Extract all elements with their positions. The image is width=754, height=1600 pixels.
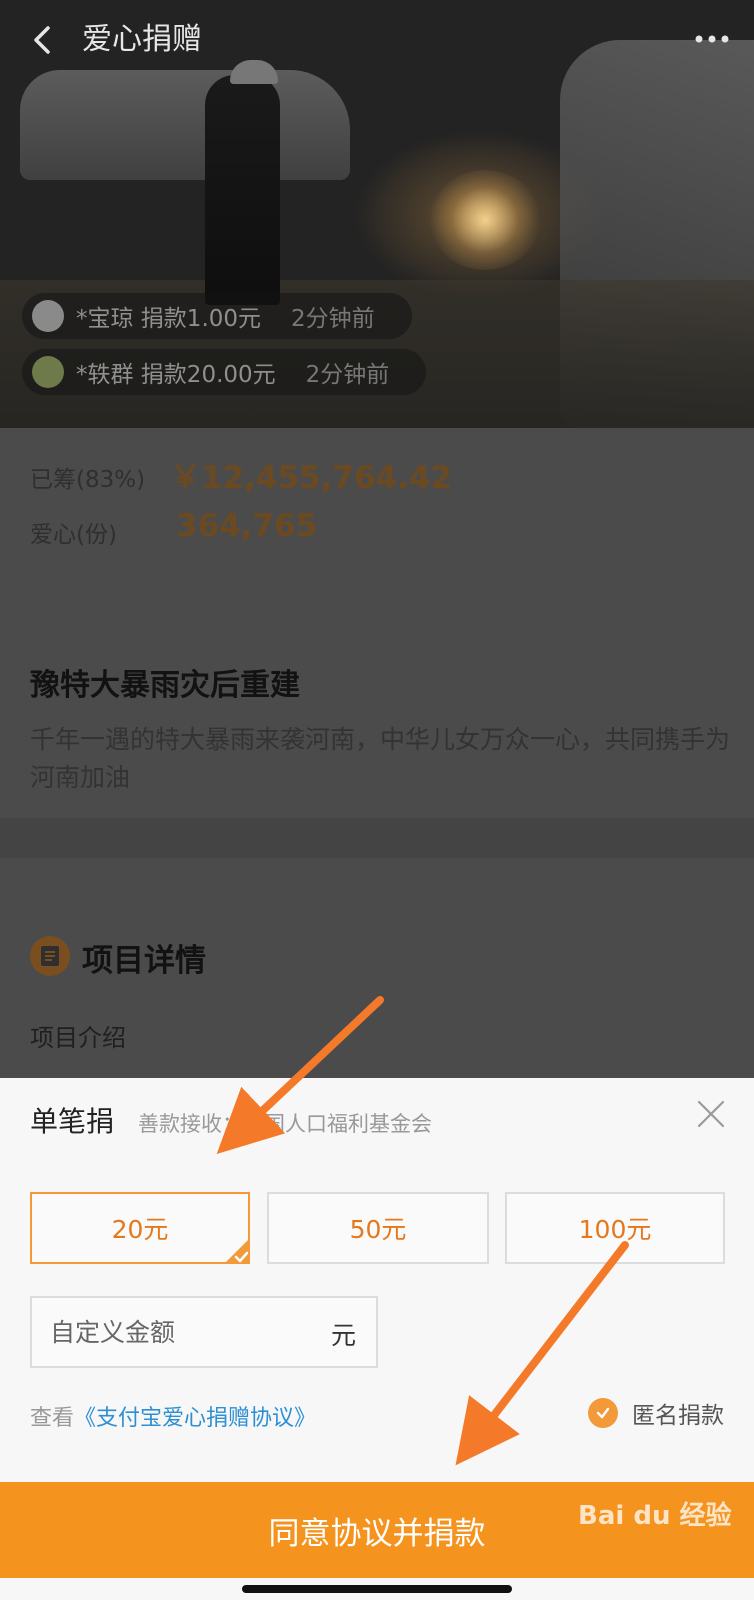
hearts-label: 爱心(份): [30, 522, 117, 548]
project-description: 千年一遇的特大暴雨来袭河南，中华儿女万众一心，共同携手为河南加油: [30, 725, 731, 792]
hearts-value: 364,765: [176, 508, 318, 544]
agreement-row: 查看《支付宝爱心捐赠协议》: [30, 1400, 316, 1432]
top-bar: 爱心捐赠: [0, 0, 754, 80]
amount-label: 50元: [349, 1215, 407, 1244]
raised-label: 已筹(83%): [30, 467, 146, 493]
selected-check-icon: [224, 1238, 250, 1264]
recipient-text: 善款接收：中国人口福利基金会: [138, 1112, 432, 1136]
amount-label: 100元: [578, 1215, 652, 1244]
home-indicator[interactable]: [242, 1585, 512, 1593]
agreement-prefix: 查看: [30, 1406, 75, 1431]
page-title: 爱心捐赠: [82, 22, 202, 57]
project-content: 已筹(83%) ￥12,455,764.42 爱心(份) 364,765 豫特大…: [0, 428, 754, 1078]
avatar: [32, 356, 64, 388]
watermark: Bai du 经验: [578, 1501, 732, 1531]
amount-option-100[interactable]: 100元: [505, 1192, 725, 1264]
project-title: 豫特大暴雨灾后重建: [30, 668, 300, 703]
ticker-text: *宝琼 捐款1.00元: [76, 306, 262, 332]
check-glyph-icon: [596, 1407, 610, 1419]
amount-label: 20元: [111, 1215, 169, 1244]
anonymous-toggle[interactable]: 匿名捐款: [588, 1396, 724, 1430]
section-divider: [0, 818, 754, 858]
details-heading: 项目详情: [82, 943, 206, 979]
back-arrow-icon[interactable]: [26, 22, 62, 58]
checkmark-icon: [588, 1398, 618, 1428]
document-glyph-icon: [41, 946, 59, 966]
ticker-time: 2分钟前: [291, 306, 375, 332]
raised-value: ￥12,455,764.42: [170, 460, 453, 496]
custom-amount-field[interactable]: 元: [30, 1296, 378, 1368]
ticker-text: *轶群 捐款20.00元: [76, 362, 276, 388]
amount-option-20[interactable]: 20元: [30, 1192, 250, 1264]
donation-ticker-item: *轶群 捐款20.00元 2分钟前: [22, 349, 426, 395]
ticker-time: 2分钟前: [305, 362, 390, 388]
intro-label: 项目介绍: [30, 1024, 126, 1052]
document-icon: [30, 936, 70, 976]
car-shape: [20, 70, 350, 180]
sheet-title: 单笔捐: [30, 1105, 115, 1138]
more-icon[interactable]: [694, 26, 730, 52]
anonymous-label: 匿名捐款: [632, 1403, 724, 1429]
avatar: [32, 300, 64, 332]
headlight-glow: [430, 170, 540, 270]
currency-unit: 元: [330, 1321, 356, 1350]
agreement-link[interactable]: 《支付宝爱心捐赠协议》: [74, 1406, 316, 1431]
donation-ticker-item: *宝琼 捐款1.00元 2分钟前: [22, 293, 412, 339]
person-silhouette: [205, 75, 280, 305]
close-icon[interactable]: [695, 1098, 727, 1130]
custom-amount-input[interactable]: [50, 1314, 310, 1350]
amount-option-50[interactable]: 50元: [267, 1192, 489, 1264]
